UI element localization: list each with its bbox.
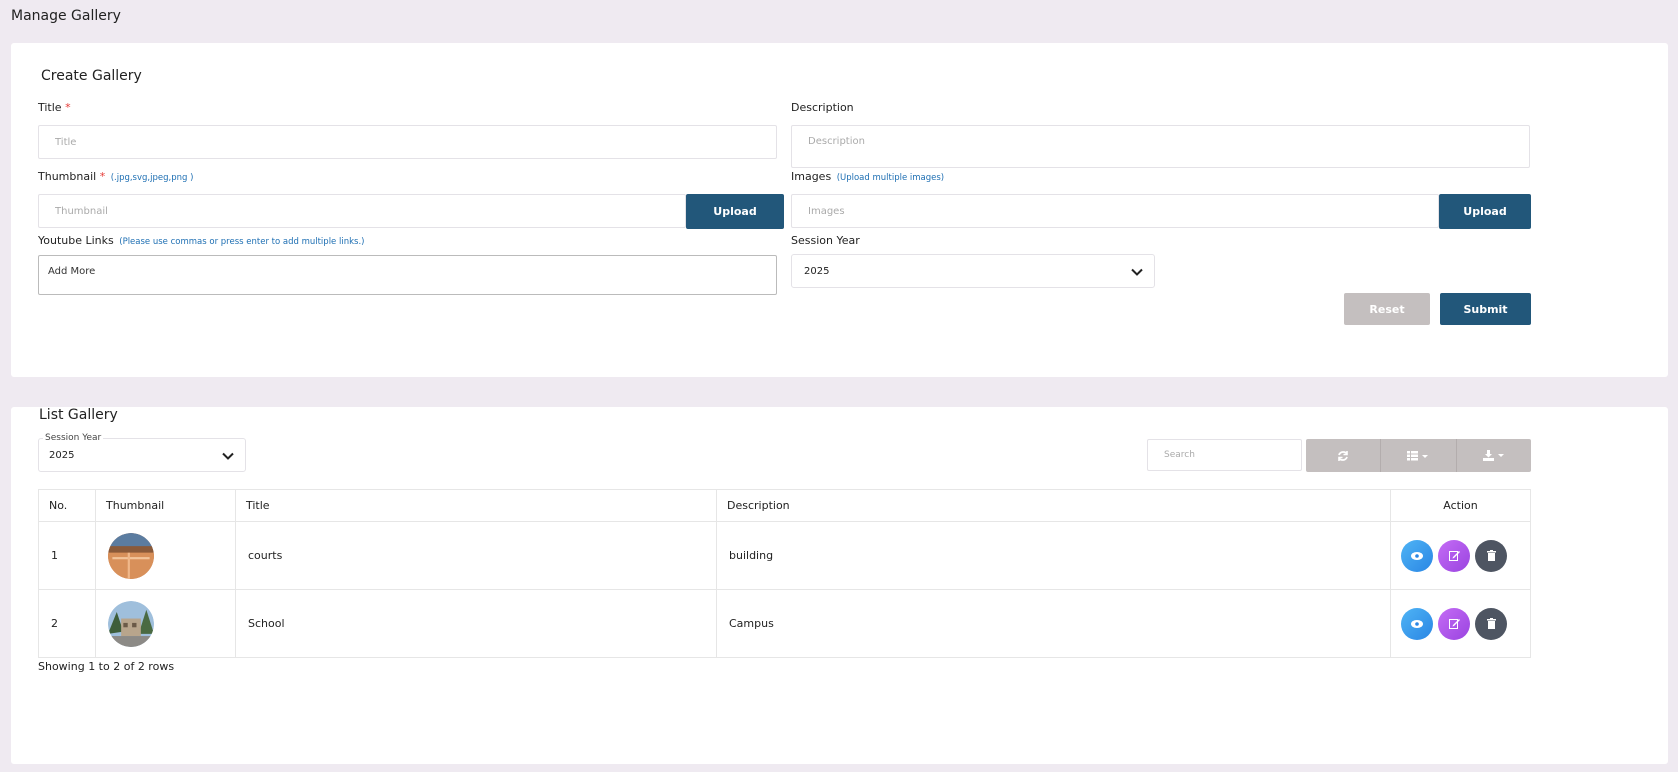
row-no: 2 (38, 589, 96, 658)
courts-thumbnail-image (108, 532, 154, 579)
youtube-placeholder: Add More (48, 266, 96, 277)
required-mark: * (65, 101, 71, 114)
row-thumbnail-cell (95, 521, 236, 590)
reset-button[interactable]: Reset (1344, 293, 1430, 325)
images-input[interactable] (791, 194, 1439, 228)
column-header-title: Title (235, 489, 717, 522)
images-label: Images (Upload multiple images) (791, 170, 944, 183)
list-gallery-title: List Gallery (39, 407, 118, 423)
table-pagination-info: Showing 1 to 2 of 2 rows (38, 660, 175, 673)
create-gallery-title: Create Gallery (41, 68, 142, 84)
school-thumbnail-image (108, 600, 154, 647)
title-label: Title * (38, 101, 71, 114)
chevron-down-icon (1131, 268, 1143, 276)
table-row: 2 School Campus (38, 589, 1531, 658)
view-button[interactable] (1401, 607, 1433, 640)
eye-icon (1411, 619, 1423, 628)
row-thumbnail-cell (95, 589, 236, 658)
delete-button[interactable] (1475, 607, 1507, 640)
youtube-links-input[interactable]: Add More (38, 255, 777, 295)
export-icon (1482, 450, 1504, 461)
thumbnail-input[interactable] (38, 194, 686, 228)
column-header-action: Action (1390, 489, 1531, 522)
page-title: Manage Gallery (11, 8, 121, 24)
refresh-button[interactable] (1306, 439, 1380, 472)
filter-session-year-value: 2025 (49, 450, 75, 461)
columns-toggle-button[interactable] (1380, 439, 1455, 472)
edit-icon (1448, 619, 1460, 629)
edit-button[interactable] (1438, 607, 1470, 640)
filter-session-year-select[interactable]: 2025 (38, 438, 246, 472)
view-button[interactable] (1401, 539, 1433, 572)
table-header-row: No. Thumbnail Title Description Action (38, 489, 1531, 522)
delete-button[interactable] (1475, 539, 1507, 572)
thumbnail-label: Thumbnail * (.jpg,svg,jpeg,png ) (38, 170, 193, 183)
table-row: 1 courts building (38, 521, 1531, 590)
session-year-label: Session Year (791, 234, 860, 247)
row-actions (1390, 521, 1531, 590)
session-year-select[interactable]: 2025 (791, 254, 1155, 288)
row-description: Campus (716, 589, 1391, 658)
youtube-hint: (Please use commas or press enter to add… (119, 237, 365, 247)
trash-icon (1486, 618, 1496, 629)
submit-button[interactable]: Submit (1440, 293, 1531, 325)
images-hint: (Upload multiple images) (836, 173, 945, 183)
table-toolbar (1306, 439, 1531, 472)
refresh-icon (1338, 450, 1349, 461)
required-mark: * (99, 170, 106, 183)
edit-icon (1448, 551, 1460, 561)
create-gallery-card: Create Gallery Title * Description Thumb… (11, 43, 1668, 377)
column-header-description: Description (716, 489, 1391, 522)
title-label-text: Title (38, 101, 62, 114)
export-button[interactable] (1455, 439, 1531, 472)
row-no: 1 (38, 521, 96, 590)
row-title: courts (235, 521, 717, 590)
description-input[interactable] (791, 125, 1530, 168)
edit-button[interactable] (1438, 539, 1470, 572)
filter-session-year-label: Session Year (43, 433, 104, 443)
youtube-label-text: Youtube Links (38, 234, 114, 247)
gallery-table: No. Thumbnail Title Description Action 1 (38, 489, 1531, 658)
thumbnail-label-text: Thumbnail (38, 170, 97, 183)
thumbnail-upload-button[interactable]: Upload (686, 194, 784, 229)
youtube-label: Youtube Links (Please use commas or pres… (38, 234, 364, 247)
row-actions (1390, 589, 1531, 658)
images-label-text: Images (791, 170, 832, 183)
chevron-down-icon (222, 452, 234, 460)
column-header-no: No. (38, 489, 96, 522)
row-title: School (235, 589, 717, 658)
column-header-thumbnail: Thumbnail (95, 489, 236, 522)
eye-icon (1411, 551, 1423, 560)
thumbnail-hint: (.jpg,svg,jpeg,png ) (110, 173, 194, 183)
columns-icon (1407, 450, 1429, 460)
row-description: building (716, 521, 1391, 590)
search-input[interactable] (1147, 439, 1302, 471)
description-label: Description (791, 101, 854, 114)
list-gallery-content: List Gallery 2025 Session Year Search No… (11, 407, 1668, 764)
session-year-value: 2025 (804, 266, 830, 277)
title-input[interactable] (38, 125, 777, 159)
trash-icon (1486, 550, 1496, 561)
images-upload-button[interactable]: Upload (1439, 194, 1531, 229)
